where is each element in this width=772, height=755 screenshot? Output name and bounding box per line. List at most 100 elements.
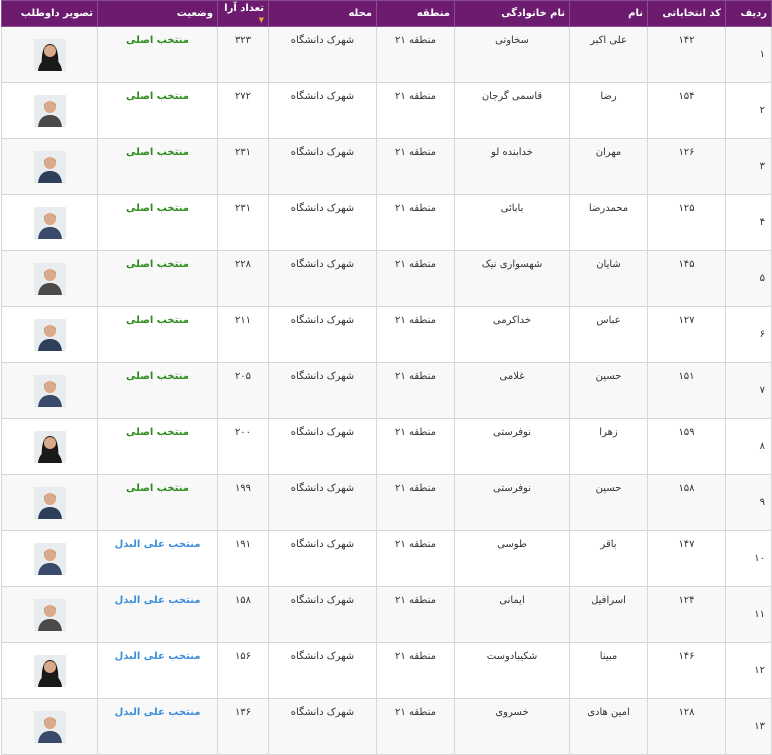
cell-region: منطقه ۲۱ (376, 474, 455, 531)
cell-status: منتخب اصلی (97, 474, 218, 531)
cell-last-name: نوفرستی (454, 474, 570, 531)
table-row: ۲ ۱۵۴ رضا قاسمی گرجان منطقه ۲۱ شهرک دانش… (1, 82, 772, 139)
male-avatar-icon[interactable] (33, 318, 66, 351)
cell-area: شهرک دانشگاه (268, 418, 377, 475)
cell-region: منطقه ۲۱ (376, 530, 455, 587)
cell-election-code: ۱۲۵ (647, 194, 726, 251)
cell-row-number: ۱۲ (725, 642, 772, 699)
cell-first-name: حسین (569, 362, 648, 419)
cell-photo[interactable] (1, 250, 98, 307)
header-last-name[interactable]: نام خانوادگی (454, 0, 570, 27)
cell-last-name: بابائی (454, 194, 570, 251)
table-row: ۳ ۱۲۶ مهران خدابنده لو منطقه ۲۱ شهرک دان… (1, 138, 772, 195)
male-avatar-icon[interactable] (33, 598, 66, 631)
female-avatar-icon[interactable] (33, 430, 66, 463)
cell-row-number: ۱ (725, 26, 772, 83)
cell-first-name: شایان (569, 250, 648, 307)
header-row: ردیف کد انتخاباتی نام نام خانوادگی منطقه… (1, 0, 772, 27)
cell-status: منتخب اصلی (97, 26, 218, 83)
cell-votes: ۱۵۶ (217, 642, 269, 699)
female-avatar-icon[interactable] (33, 38, 66, 71)
cell-region: منطقه ۲۱ (376, 362, 455, 419)
cell-photo[interactable] (1, 474, 98, 531)
cell-election-code: ۱۴۷ (647, 530, 726, 587)
header-region[interactable]: منطقه (376, 0, 455, 27)
cell-election-code: ۱۴۲ (647, 26, 726, 83)
header-votes-label: تعداد آرا (224, 2, 264, 14)
cell-last-name: خدابنده لو (454, 138, 570, 195)
table-row: ۷ ۱۵۱ حسین غلامی منطقه ۲۱ شهرک دانشگاه ۲… (1, 362, 772, 419)
cell-area: شهرک دانشگاه (268, 26, 377, 83)
cell-photo[interactable] (1, 362, 98, 419)
cell-first-name: امین هادی (569, 698, 648, 755)
cell-votes: ۲۷۲ (217, 82, 269, 139)
cell-last-name: طوسی (454, 530, 570, 587)
cell-status: منتخب اصلی (97, 418, 218, 475)
cell-area: شهرک دانشگاه (268, 250, 377, 307)
cell-area: شهرک دانشگاه (268, 306, 377, 363)
table-row: ۱۳ ۱۲۸ امین هادی خسروی منطقه ۲۱ شهرک دان… (1, 698, 772, 755)
cell-photo[interactable] (1, 418, 98, 475)
cell-area: شهرک دانشگاه (268, 642, 377, 699)
cell-status: منتخب علی البدل (97, 530, 218, 587)
cell-status: منتخب علی البدل (97, 698, 218, 755)
cell-photo[interactable] (1, 642, 98, 699)
female-avatar-icon[interactable] (33, 654, 66, 687)
cell-last-name: سخاوتی (454, 26, 570, 83)
table-row: ۶ ۱۲۷ عباس خداکرمی منطقه ۲۱ شهرک دانشگاه… (1, 306, 772, 363)
table-row: ۹ ۱۵۸ حسین نوفرستی منطقه ۲۱ شهرک دانشگاه… (1, 474, 772, 531)
cell-photo[interactable] (1, 586, 98, 643)
header-area[interactable]: محله (268, 0, 377, 27)
cell-photo[interactable] (1, 82, 98, 139)
header-votes[interactable]: تعداد آرا ▼ (217, 0, 269, 27)
cell-area: شهرک دانشگاه (268, 362, 377, 419)
table-row: ۱۱ ۱۲۴ اسرافیل ایمانی منطقه ۲۱ شهرک دانش… (1, 586, 772, 643)
male-avatar-icon[interactable] (33, 374, 66, 407)
cell-region: منطقه ۲۱ (376, 642, 455, 699)
cell-region: منطقه ۲۱ (376, 586, 455, 643)
cell-row-number: ۱۳ (725, 698, 772, 755)
cell-photo[interactable] (1, 698, 98, 755)
header-election-code[interactable]: کد انتخاباتی (647, 0, 726, 27)
cell-votes: ۱۳۶ (217, 698, 269, 755)
cell-photo[interactable] (1, 194, 98, 251)
cell-photo[interactable] (1, 138, 98, 195)
cell-photo[interactable] (1, 530, 98, 587)
male-avatar-icon[interactable] (33, 150, 66, 183)
cell-row-number: ۴ (725, 194, 772, 251)
header-row-number[interactable]: ردیف (725, 0, 772, 27)
cell-region: منطقه ۲۱ (376, 26, 455, 83)
male-avatar-icon[interactable] (33, 206, 66, 239)
male-avatar-icon[interactable] (33, 262, 66, 295)
male-avatar-icon[interactable] (33, 94, 66, 127)
cell-row-number: ۸ (725, 418, 772, 475)
cell-status: منتخب اصلی (97, 82, 218, 139)
cell-region: منطقه ۲۱ (376, 194, 455, 251)
cell-area: شهرک دانشگاه (268, 474, 377, 531)
cell-last-name: غلامی (454, 362, 570, 419)
cell-row-number: ۹ (725, 474, 772, 531)
cell-status: منتخب علی البدل (97, 642, 218, 699)
male-avatar-icon[interactable] (33, 710, 66, 743)
cell-first-name: عباس (569, 306, 648, 363)
sort-desc-icon[interactable]: ▼ (259, 16, 264, 24)
cell-status: منتخب اصلی (97, 306, 218, 363)
cell-first-name: محمدرضا (569, 194, 648, 251)
cell-area: شهرک دانشگاه (268, 194, 377, 251)
table-row: ۱۰ ۱۴۷ باقر طوسی منطقه ۲۱ شهرک دانشگاه ۱… (1, 530, 772, 587)
header-photo[interactable]: تصویر داوطلب (1, 0, 98, 27)
male-avatar-icon[interactable] (33, 486, 66, 519)
cell-election-code: ۱۵۴ (647, 82, 726, 139)
table-row: ۵ ۱۴۵ شایان شهسواری نیک منطقه ۲۱ شهرک دا… (1, 250, 772, 307)
cell-status: منتخب اصلی (97, 138, 218, 195)
male-avatar-icon[interactable] (33, 542, 66, 575)
cell-photo[interactable] (1, 26, 98, 83)
cell-photo[interactable] (1, 306, 98, 363)
cell-area: شهرک دانشگاه (268, 698, 377, 755)
cell-first-name: حسین (569, 474, 648, 531)
header-first-name[interactable]: نام (569, 0, 648, 27)
cell-votes: ۲۰۰ (217, 418, 269, 475)
cell-first-name: باقر (569, 530, 648, 587)
cell-election-code: ۱۲۷ (647, 306, 726, 363)
header-status[interactable]: وضعیت (97, 0, 218, 27)
